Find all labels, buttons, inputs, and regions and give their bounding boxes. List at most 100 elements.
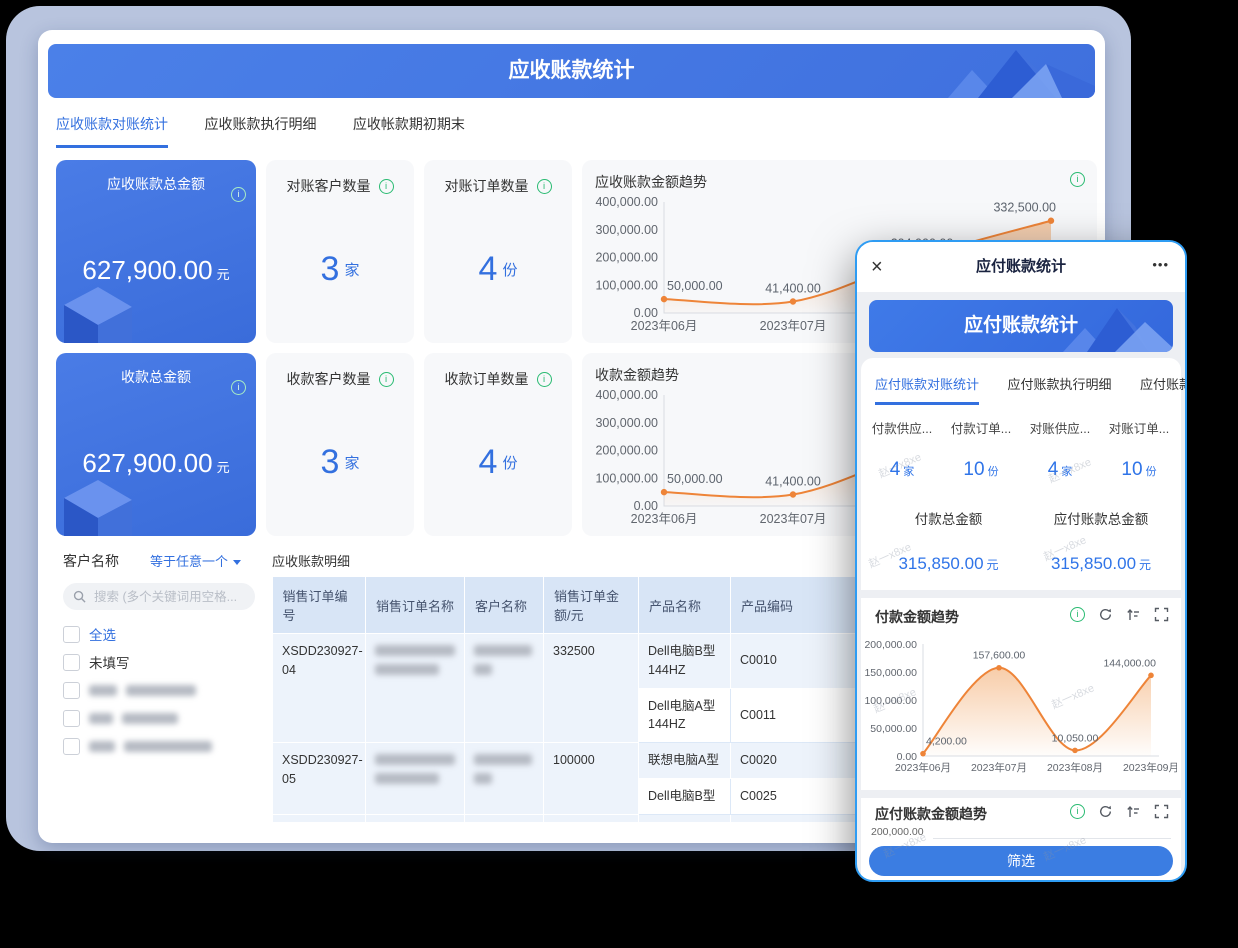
tab-payable-execution-detail[interactable]: 应付账款执行明细 (1007, 368, 1111, 405)
plot-top-edge (933, 838, 1171, 839)
svg-text:50,000.00: 50,000.00 (667, 472, 723, 486)
info-icon[interactable]: i (1070, 172, 1085, 187)
card-value: 4份 (479, 389, 518, 536)
info-icon[interactable]: i (231, 380, 246, 395)
info-icon[interactable]: i (379, 179, 394, 194)
svg-text:0.00: 0.00 (634, 306, 658, 320)
cell-amount: 332500 (544, 634, 639, 743)
card-title: 收款总金额 i (56, 367, 256, 387)
chart-toolbar: i (1070, 804, 1169, 819)
cell-product-name: 联想电脑A型 (639, 743, 731, 779)
option-blurred[interactable] (63, 704, 273, 732)
refresh-icon[interactable] (1098, 607, 1113, 622)
svg-text:41,400.00: 41,400.00 (765, 475, 821, 489)
checkbox-icon[interactable] (63, 626, 80, 643)
cell-product-name: Dell电脑A型 144HZ (639, 688, 731, 743)
svg-text:300,000.00: 300,000.00 (595, 223, 658, 237)
filter-field-label: 客户名称 (63, 551, 119, 571)
collection-total-card: 收款总金额 i 627,900.00元 (56, 353, 256, 536)
card-title: 收款订单数量 (445, 369, 529, 389)
info-icon[interactable]: i (231, 187, 246, 202)
cell-order-no: XSDD230927-04 (273, 634, 366, 743)
more-options-icon[interactable]: ••• (1152, 242, 1169, 288)
collection-customer-count-card: 收款客户数量 i 3家 (266, 353, 414, 536)
tab-payable-reconcile-stats[interactable]: 应付账款对账统计 (875, 368, 979, 405)
close-icon[interactable]: × (871, 242, 883, 292)
payable-modal: × 应付账款统计 ••• 应付账款统计 应付账款对账统计 应付账款执行明细 应付… (855, 240, 1187, 882)
blurred-text (89, 685, 117, 696)
blurred-text (89, 741, 115, 752)
stat-reconcile-supplier: 对账供应... 4家 (1021, 418, 1099, 481)
svg-text:157,600.00: 157,600.00 (973, 650, 1026, 662)
chart-title: 收款金额趋势 (595, 365, 679, 385)
main-tabs: 应收账款对账统计 应收账款执行明细 应收帐款期初期末 (56, 114, 497, 148)
modal-title: 应付账款统计 (857, 242, 1185, 292)
cell-product-name: Dell电脑B型 (639, 778, 731, 814)
cell-product-name: Dell电脑B型 144HZ (639, 634, 731, 689)
customer-search[interactable] (63, 583, 255, 610)
stat-payment-total: 付款总金额 315,850.00元 (881, 508, 1016, 574)
checkbox-icon[interactable] (63, 710, 80, 727)
sort-icon[interactable] (1126, 804, 1141, 819)
sort-icon[interactable] (1126, 607, 1141, 622)
svg-text:400,000.00: 400,000.00 (595, 388, 658, 402)
stat-pay-supplier: 付款供应... 4家 (863, 418, 941, 481)
search-icon (73, 589, 86, 604)
chart-toolbar: i (1070, 607, 1169, 622)
option-blurred[interactable] (63, 732, 273, 760)
svg-text:4,200.00: 4,200.00 (926, 736, 967, 748)
card-value: 3家 (321, 389, 360, 536)
info-icon[interactable]: i (1070, 607, 1085, 622)
card-title: 对账订单数量 (445, 176, 529, 196)
checkbox-icon[interactable] (63, 738, 80, 755)
payment-trend-chart: 200,000.00150,000.00100,000.0050,000.000… (865, 628, 1177, 780)
refresh-icon[interactable] (1098, 804, 1113, 819)
info-icon[interactable]: i (537, 179, 552, 194)
reconcile-order-count-card: 对账订单数量 i 4份 (424, 160, 572, 343)
svg-text:2023年06月: 2023年06月 (895, 761, 951, 774)
svg-text:100,000.00: 100,000.00 (865, 695, 917, 707)
svg-text:332,500.00: 332,500.00 (993, 201, 1056, 215)
cell-customer-blurred (465, 743, 544, 815)
tab-receivable-period-balance[interactable]: 应收帐款期初期末 (353, 114, 465, 148)
filter-button[interactable]: 筛选 (869, 846, 1173, 876)
info-icon[interactable]: i (1070, 804, 1085, 819)
checkbox-icon[interactable] (63, 654, 80, 671)
expand-icon[interactable] (1154, 607, 1169, 622)
svg-text:0.00: 0.00 (634, 499, 658, 513)
section-title: 付款金额趋势 (875, 607, 959, 627)
search-input[interactable] (92, 589, 245, 605)
option-blurred[interactable] (63, 676, 273, 704)
modal-banner: 应付账款统计 (869, 300, 1173, 352)
section-title: 应付账款金额趋势 (875, 804, 987, 824)
filter-operator-dropdown[interactable]: 等于任意一个 (150, 551, 241, 570)
table-title: 应收账款明细 (272, 551, 350, 570)
tab-receivable-reconcile-stats[interactable]: 应收账款对账统计 (56, 114, 168, 148)
collection-order-count-card: 收款订单数量 i 4份 (424, 353, 572, 536)
svg-text:100,000.00: 100,000.00 (595, 278, 658, 292)
stat-payable-total: 应付账款总金额 315,850.00元 (1031, 508, 1171, 574)
option-unfilled[interactable]: 未填写 (63, 648, 273, 676)
svg-text:200,000.00: 200,000.00 (865, 639, 917, 651)
card-value: 4份 (479, 196, 518, 343)
blurred-text (126, 685, 196, 696)
card-value: 627,900.00元 (56, 448, 256, 479)
tab-payable-period-balance[interactable]: 应付账款期初期末 (1140, 368, 1187, 405)
svg-text:2023年07月: 2023年07月 (760, 512, 827, 526)
chart-title: 应收账款金额趋势 (595, 172, 707, 192)
col-customer: 客户名称 (465, 577, 544, 634)
svg-text:2023年09月: 2023年09月 (1123, 761, 1177, 774)
svg-text:2023年06月: 2023年06月 (631, 512, 698, 526)
checkbox-icon[interactable] (63, 682, 80, 699)
svg-text:100,000.00: 100,000.00 (595, 471, 658, 485)
page-title: 应收账款统计 (48, 44, 1095, 98)
expand-icon[interactable] (1154, 804, 1169, 819)
svg-text:144,000.00: 144,000.00 (1103, 657, 1156, 669)
col-order-no: 销售订单编号 (273, 577, 366, 634)
svg-text:150,000.00: 150,000.00 (865, 667, 917, 679)
info-icon[interactable]: i (379, 372, 394, 387)
tab-receivable-execution-detail[interactable]: 应收账款执行明细 (204, 114, 316, 148)
col-product-name: 产品名称 (639, 577, 731, 634)
option-select-all[interactable]: 全选 (63, 620, 273, 648)
info-icon[interactable]: i (537, 372, 552, 387)
